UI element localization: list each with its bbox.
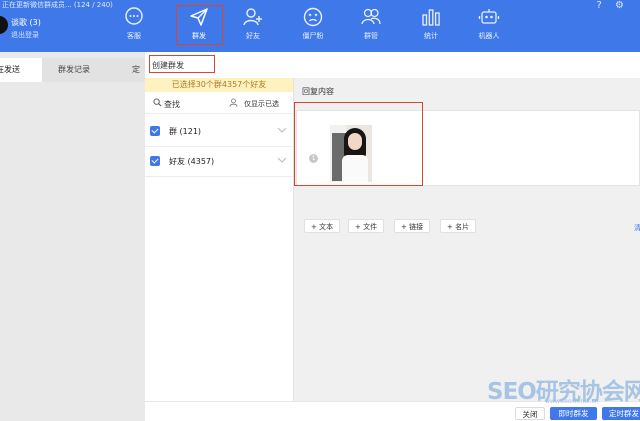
- add-link-button[interactable]: + 链接: [394, 219, 431, 233]
- nav-label: 好友: [246, 32, 260, 40]
- add-file-button[interactable]: + 文件: [348, 219, 385, 233]
- nav-label: 群管: [364, 32, 378, 40]
- avatar[interactable]: [0, 16, 8, 34]
- send-now-button[interactable]: 即时群发: [550, 407, 597, 420]
- nav-label: 客服: [127, 32, 141, 40]
- nav-item-group-manage[interactable]: 群管: [349, 6, 393, 46]
- stats-icon: [422, 9, 440, 26]
- group-row-friends[interactable]: 好友 (4357): [145, 147, 293, 177]
- nav-item-zombie-fans[interactable]: 僵尸粉: [291, 6, 335, 46]
- nav-highlight-box: [176, 5, 223, 45]
- add-friend-icon: [243, 8, 262, 26]
- logout-link[interactable]: 退出登录: [11, 30, 39, 40]
- nav-item-friends[interactable]: 好友: [231, 6, 275, 46]
- nav-item-statistics[interactable]: 统计: [409, 6, 453, 46]
- nav-item-customer-service[interactable]: 客服: [112, 6, 156, 46]
- chevron-down-icon[interactable]: [277, 126, 287, 134]
- top-bar: 正在更新微信群成员... (124 / 240) 谈歌 (3) 退出登录 客服 …: [0, 0, 640, 52]
- chevron-down-icon[interactable]: [277, 156, 287, 164]
- user-name: 谈歌 (3): [11, 18, 41, 27]
- reply-content-panel: 回复内容 1 + 文本 + 文件 + 链接 + 名片 清: [294, 78, 640, 421]
- nav-label: 统计: [424, 32, 438, 40]
- add-text-button[interactable]: + 文本: [304, 219, 341, 233]
- window-controls: ? ⚙: [587, 0, 624, 11]
- search-row: 查找 仅显示已选: [145, 94, 293, 114]
- content-highlight-box: [294, 102, 423, 186]
- watermark-url: www.seoxiehui.cn: [545, 398, 599, 405]
- group-label: 好友 (4357): [169, 157, 215, 166]
- chat-icon: [125, 7, 143, 25]
- update-progress-text: 正在更新微信群成员... (124 / 240): [2, 1, 113, 9]
- tab-mass-send-records[interactable]: 群发记录: [58, 58, 108, 82]
- group-manage-icon: [361, 8, 381, 25]
- friends-checkbox[interactable]: [150, 156, 160, 166]
- help-icon[interactable]: ?: [597, 0, 602, 11]
- reply-content-title: 回复内容: [302, 87, 334, 96]
- nav-label: 僵尸粉: [302, 32, 324, 40]
- zombie-icon: [303, 7, 323, 27]
- create-mass-send-dialog: 创建群发 已选择30个群4357个好友 查找 仅显示已选 群 (121) 好友 …: [145, 52, 640, 421]
- group-row-groups[interactable]: 群 (121): [145, 117, 293, 147]
- user-icon[interactable]: [229, 98, 238, 107]
- nav-item-robot[interactable]: 机器人: [467, 6, 511, 46]
- nav-label: 机器人: [478, 32, 500, 40]
- robot-icon: [478, 9, 500, 24]
- gear-icon[interactable]: ⚙: [615, 0, 624, 11]
- title-highlight-box: [149, 55, 215, 73]
- search-icon[interactable]: [153, 98, 162, 107]
- group-label: 群 (121): [169, 127, 202, 136]
- timed-send-button[interactable]: 定时群发: [602, 407, 640, 420]
- tab-timed[interactable]: 定时: [132, 58, 146, 82]
- close-button[interactable]: 关闭: [515, 407, 545, 420]
- search-label[interactable]: 查找: [164, 99, 180, 110]
- tabs: 在发送 群发记录 定时: [0, 58, 145, 82]
- add-card-button[interactable]: + 名片: [440, 219, 477, 233]
- groups-checkbox[interactable]: [150, 126, 160, 136]
- tab-sending[interactable]: 在发送: [0, 58, 42, 82]
- clear-link[interactable]: 清: [634, 223, 640, 233]
- only-selected-toggle[interactable]: 仅显示已选: [244, 99, 279, 109]
- selection-banner: 已选择30个群4357个好友: [145, 78, 293, 92]
